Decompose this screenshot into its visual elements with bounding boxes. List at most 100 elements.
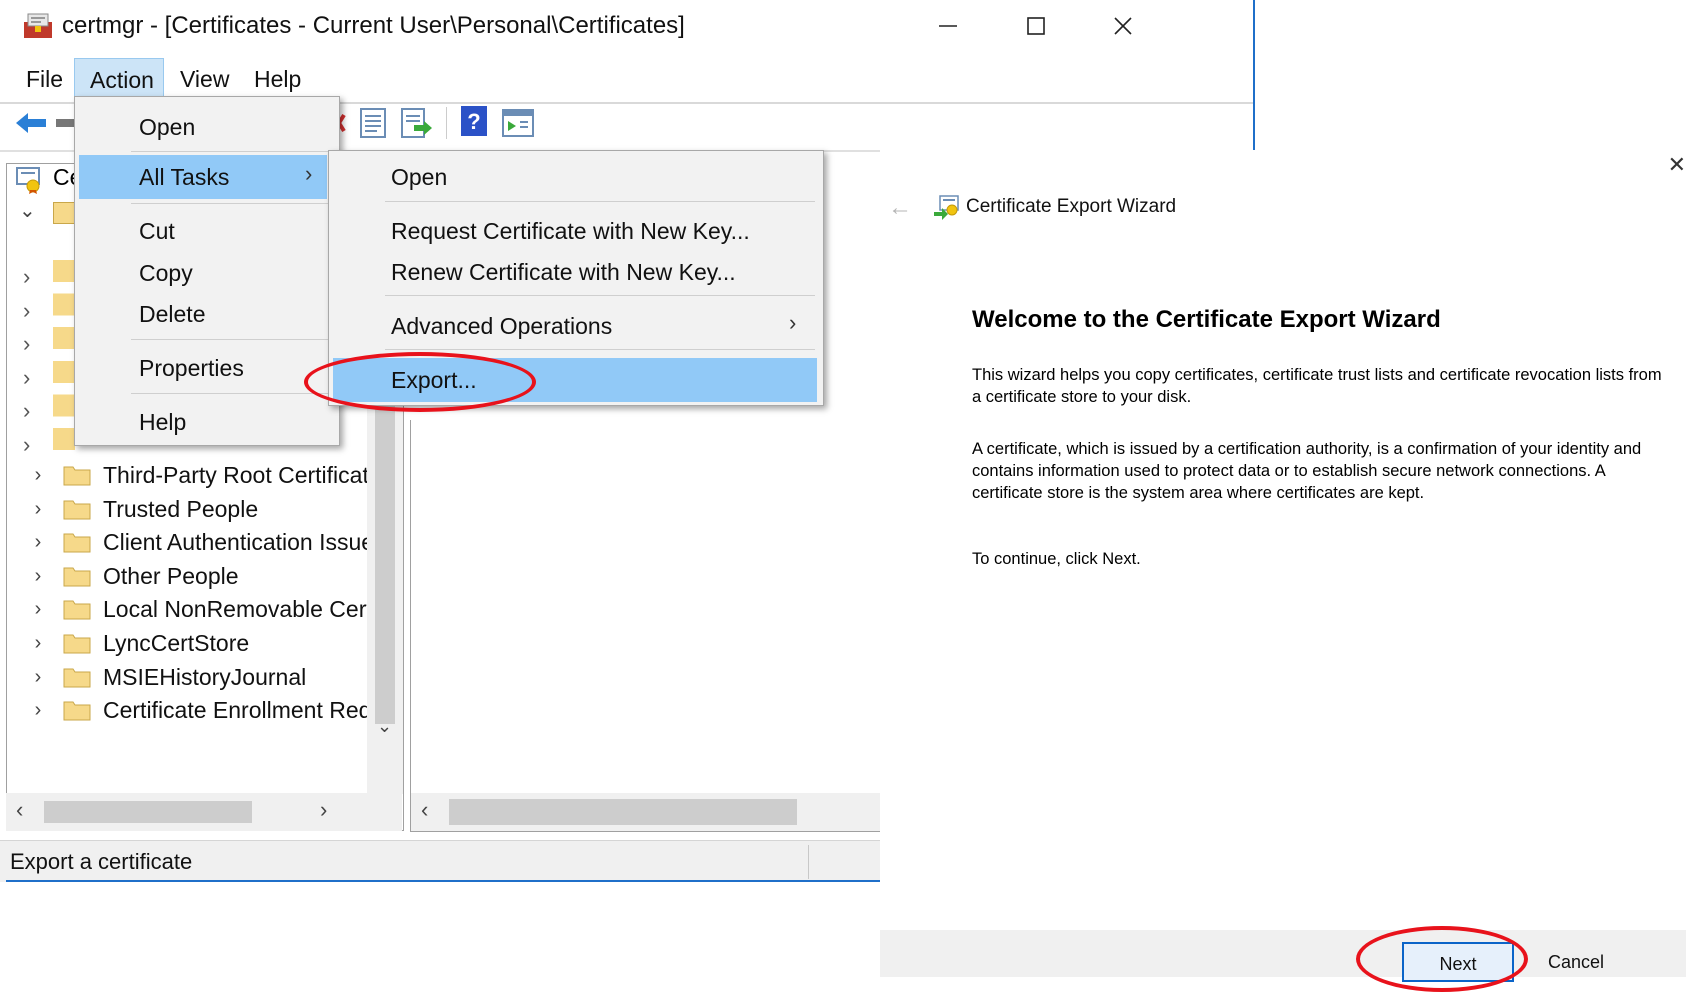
- submenu-arrow-icon: ›: [789, 310, 797, 335]
- folder-icons-hidden: [53, 260, 75, 460]
- chevron-right-icon[interactable]: ›: [23, 565, 53, 588]
- close-icon: [1114, 17, 1132, 35]
- tree-item-label: Certificate Enrollment Req: [103, 696, 372, 723]
- wizard-title: Certificate Export Wizard: [966, 196, 1177, 217]
- tree-item-label: Third-Party Root Certificat: [103, 461, 369, 488]
- toolbar-divider: [446, 107, 447, 139]
- menu-help[interactable]: Help: [244, 58, 311, 100]
- svg-text:?: ?: [467, 109, 480, 134]
- wizard-back-arrow-icon[interactable]: ←: [888, 194, 912, 222]
- expand-chevron-icon[interactable]: ⌄: [19, 198, 36, 223]
- menu-separator: [131, 151, 331, 152]
- menu-separator: [131, 393, 331, 394]
- folder-icon: [63, 701, 91, 721]
- tree-item-label: Client Authentication Issue: [103, 528, 375, 555]
- tree-item[interactable]: › Other People: [7, 559, 387, 593]
- wizard-heading: Welcome to the Certificate Export Wizard: [972, 306, 1441, 333]
- tree-item-label: LyncCertStore: [103, 629, 250, 656]
- status-divider: [808, 845, 809, 879]
- status-text: Export a certificate: [10, 849, 193, 874]
- tree-item[interactable]: › Third-Party Root Certificat: [7, 458, 387, 492]
- submenu-advanced-operations[interactable]: Advanced Operations: [329, 304, 823, 348]
- folder-icon: [63, 533, 91, 553]
- wizard-certificate-icon: [934, 195, 959, 220]
- menu-action[interactable]: Action: [74, 58, 164, 100]
- window-border: [1253, 0, 1255, 150]
- tree-horizontal-scrollbar[interactable]: ‹ ›: [6, 793, 402, 831]
- submenu-request-certificate[interactable]: Request Certificate with New Key...: [329, 209, 823, 253]
- tree-item-label: Other People: [103, 562, 239, 589]
- collapsed-chevrons: › › › › › ›: [23, 264, 31, 457]
- folder-icon: [63, 634, 91, 654]
- tree-item-label: MSIEHistoryJournal: [103, 663, 307, 690]
- action-menu-open[interactable]: Open: [75, 105, 339, 149]
- submenu-renew-certificate[interactable]: Renew Certificate with New Key...: [329, 250, 823, 294]
- action-menu: Open All Tasks › Cut Copy Delete Propert…: [74, 96, 340, 446]
- chevron-right-icon[interactable]: ›: [23, 632, 53, 655]
- chevron-right-icon[interactable]: ›: [23, 498, 53, 521]
- action-menu-help[interactable]: Help: [75, 400, 339, 444]
- certificate-export-wizard: ✕ ← Certificate Export Wizard Welcome to…: [880, 152, 1686, 982]
- submenu-arrow-icon: ›: [305, 161, 313, 186]
- back-arrow-icon[interactable]: [14, 109, 48, 137]
- wizard-paragraph-1: This wizard helps you copy certificates,…: [972, 366, 1662, 406]
- menu-separator: [131, 339, 331, 340]
- maximize-button[interactable]: [996, 4, 1076, 48]
- wizard-paragraph-2: A certificate, which is issued by a cert…: [972, 440, 1642, 502]
- tree-item[interactable]: › LyncCertStore: [7, 626, 387, 660]
- tree-item-label: Trusted People: [103, 495, 259, 522]
- menu-separator: [385, 295, 815, 296]
- scroll-down-icon[interactable]: ⌄: [377, 716, 392, 737]
- status-bar: Export a certificate: [0, 840, 880, 882]
- chevron-right-icon[interactable]: ›: [23, 598, 53, 621]
- folder-icon: [63, 567, 91, 587]
- menu-file[interactable]: File: [16, 58, 73, 100]
- tree-item[interactable]: › Local NonRemovable Certi: [7, 592, 387, 626]
- scroll-left-icon[interactable]: ‹: [16, 797, 23, 823]
- minimize-icon: [939, 25, 957, 27]
- action-menu-copy[interactable]: Copy: [75, 251, 339, 295]
- menu-view[interactable]: View: [170, 58, 239, 100]
- show-hide-pane-icon[interactable]: [502, 109, 534, 137]
- folder-icon: [63, 500, 91, 520]
- scroll-right-icon[interactable]: ›: [320, 797, 327, 823]
- tree-item[interactable]: › Certificate Enrollment Req: [7, 693, 387, 727]
- menu-separator: [131, 203, 331, 204]
- chevron-right-icon[interactable]: ›: [23, 464, 53, 487]
- next-button[interactable]: Next: [1402, 942, 1514, 982]
- close-button[interactable]: [1083, 4, 1163, 48]
- folder-icon: [63, 600, 91, 620]
- wizard-close-icon[interactable]: ✕: [1668, 152, 1686, 178]
- chevron-right-icon[interactable]: ›: [23, 699, 53, 722]
- certmgr-app-icon: [24, 13, 52, 38]
- wizard-paragraph-3: To continue, click Next.: [972, 550, 1141, 568]
- folder-icon: [63, 668, 91, 688]
- tree-item-label: Local NonRemovable Certi: [103, 595, 378, 622]
- action-menu-cut[interactable]: Cut: [75, 209, 339, 253]
- window-title: certmgr - [Certificates - Current User\P…: [62, 12, 685, 39]
- help-icon[interactable]: ?: [460, 105, 488, 137]
- action-menu-delete[interactable]: Delete: [75, 292, 339, 336]
- action-menu-all-tasks[interactable]: All Tasks: [79, 155, 327, 199]
- export-list-icon[interactable]: [400, 107, 434, 139]
- chevron-right-icon[interactable]: ›: [23, 531, 53, 554]
- tree-item[interactable]: › Client Authentication Issue: [7, 525, 387, 559]
- cancel-button[interactable]: Cancel: [1520, 942, 1632, 982]
- action-menu-properties[interactable]: Properties: [75, 346, 339, 390]
- certificates-root-icon: [16, 167, 40, 194]
- scrollbar-thumb[interactable]: [44, 801, 252, 823]
- details-pane: [410, 420, 880, 832]
- scrollbar-thumb[interactable]: [449, 799, 797, 825]
- submenu-open[interactable]: Open: [329, 155, 823, 199]
- tree-item[interactable]: › Trusted People: [7, 492, 387, 526]
- forward-arrow-icon[interactable]: [56, 115, 74, 131]
- title-bar: certmgr - [Certificates - Current User\P…: [0, 0, 1253, 52]
- properties-icon[interactable]: [358, 107, 388, 139]
- details-horizontal-scrollbar[interactable]: ‹: [411, 793, 881, 831]
- tree-item[interactable]: › MSIEHistoryJournal: [7, 660, 387, 694]
- scroll-left-icon[interactable]: ‹: [421, 797, 428, 823]
- minimize-button[interactable]: [908, 4, 988, 48]
- window-bottom-border: [6, 880, 880, 882]
- chevron-right-icon[interactable]: ›: [23, 666, 53, 689]
- submenu-export[interactable]: Export...: [333, 358, 817, 402]
